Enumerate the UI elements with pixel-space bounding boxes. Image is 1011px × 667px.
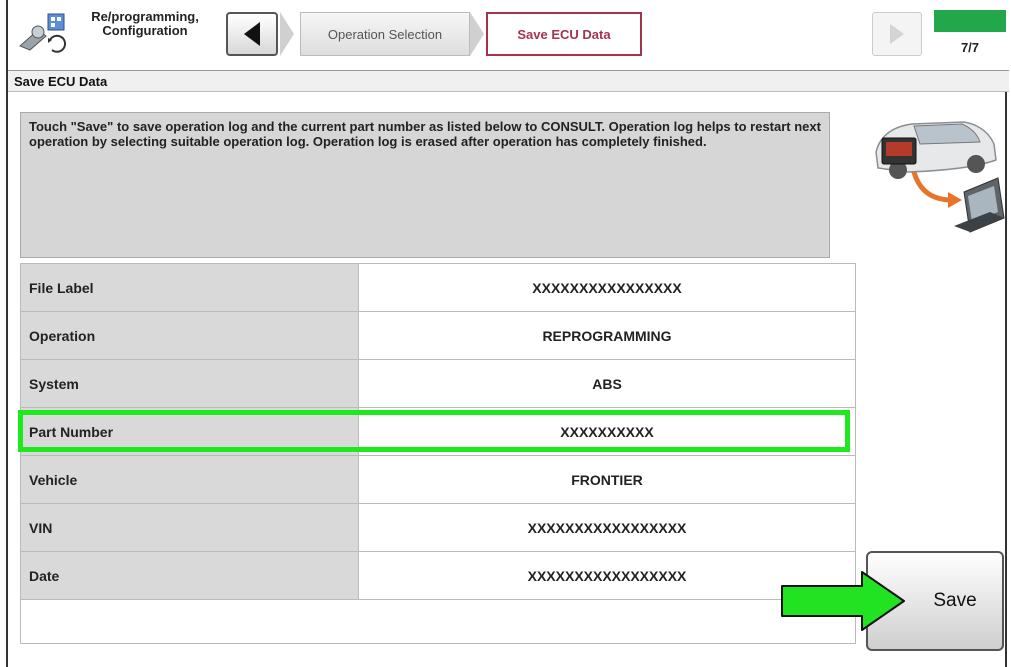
page-title: Save ECU Data: [8, 70, 1009, 92]
table-row: VIN XXXXXXXXXXXXXXXXX: [20, 503, 856, 552]
breadcrumb-separator: [470, 12, 484, 56]
app-window: Re/programming, Configuration Operation …: [6, 0, 1009, 667]
row-label-date: Date: [20, 551, 359, 600]
row-value-operation: REPROGRAMMING: [358, 311, 856, 360]
top-toolbar: Re/programming, Configuration Operation …: [8, 0, 1009, 70]
table-row-empty: [20, 599, 856, 644]
table-row: System ABS: [20, 359, 856, 408]
row-label-vehicle: Vehicle: [20, 455, 359, 504]
table-row: File Label XXXXXXXXXXXXXXXX: [20, 263, 856, 312]
row-value-file-label: XXXXXXXXXXXXXXXX: [358, 263, 856, 312]
breadcrumb-operation-selection[interactable]: Operation Selection: [300, 12, 470, 56]
breadcrumb-separator: [280, 12, 294, 56]
forward-arrow-icon: [890, 24, 904, 44]
car-to-laptop-icon: [868, 108, 1006, 256]
row-label-vin: VIN: [20, 503, 359, 552]
empty-cell: [20, 599, 856, 644]
row-value-vin: XXXXXXXXXXXXXXXXX: [358, 503, 856, 552]
ecu-data-table: File Label XXXXXXXXXXXXXXXX Operation RE…: [20, 263, 856, 644]
table-row: Date XXXXXXXXXXXXXXXXX: [20, 551, 856, 600]
row-label-operation: Operation: [20, 311, 359, 360]
app-title: Re/programming, Configuration: [91, 9, 199, 38]
back-button[interactable]: [226, 12, 278, 56]
row-label-part-number: Part Number: [20, 407, 359, 456]
table-row: Operation REPROGRAMMING: [20, 311, 856, 360]
instructions-text: Touch "Save" to save operation log and t…: [20, 112, 830, 258]
breadcrumb-save-ecu-data[interactable]: Save ECU Data: [486, 12, 642, 56]
table-row: Vehicle FRONTIER: [20, 455, 856, 504]
row-value-part-number: XXXXXXXXXX: [358, 407, 856, 456]
progress-bar: [934, 10, 1006, 32]
forward-button[interactable]: [872, 12, 922, 56]
row-value-vehicle: FRONTIER: [358, 455, 856, 504]
row-label-system: System: [20, 359, 359, 408]
back-arrow-icon: [244, 22, 260, 46]
row-label-file-label: File Label: [20, 263, 359, 312]
row-value-system: ABS: [358, 359, 856, 408]
table-row: Part Number XXXXXXXXXX: [20, 407, 856, 456]
app-icon: [16, 12, 68, 56]
step-counter: 7/7: [960, 40, 980, 55]
green-arrow-icon: [778, 568, 908, 634]
